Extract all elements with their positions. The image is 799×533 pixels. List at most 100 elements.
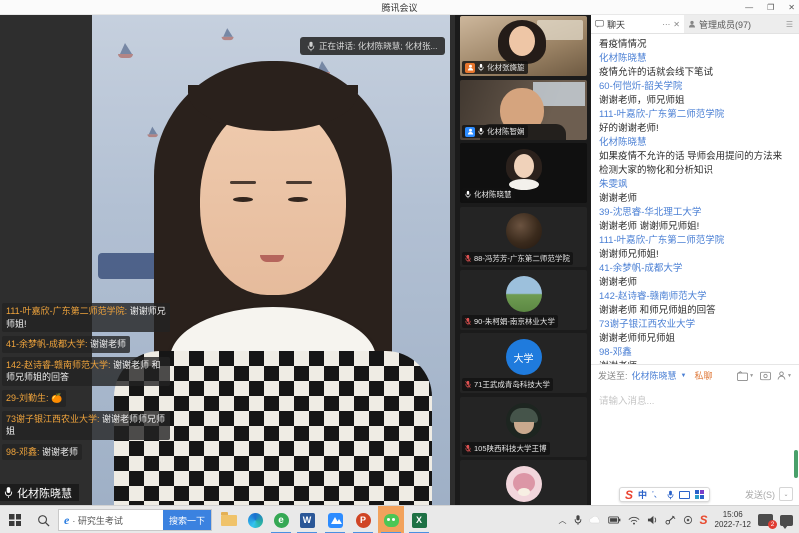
screen-share-notification-icon[interactable]: 2 — [758, 514, 773, 526]
close-button[interactable]: ✕ — [788, 0, 795, 15]
participant-thumbnail[interactable]: 90-朱柯娟-南京林业大学 — [460, 270, 587, 330]
chat-message: 98-邓鑫谢谢老师 — [599, 346, 791, 364]
sogou-ime-toolbar[interactable]: S 中 ’、 — [619, 487, 710, 502]
tray-microphone-icon[interactable] — [574, 514, 582, 526]
chat-message: 111-叶嘉欣-广东第二师范学院谢谢师兄师姐! — [599, 234, 791, 262]
taskbar-clock[interactable]: 15:06 2022-7-12 — [715, 510, 751, 530]
taskbar-powerpoint[interactable]: P — [350, 506, 376, 533]
participant-thumbnail[interactable]: 105陕西科技大学王博 — [460, 397, 587, 457]
taskbar-search-button[interactable] — [30, 506, 56, 533]
mention-member-button[interactable]: ▼ — [777, 371, 792, 380]
tray-volume-icon[interactable] — [647, 515, 658, 525]
panel-menu-button[interactable]: ☰ — [780, 15, 799, 33]
main-video-stage: 正在讲话: 化材陈晓慧; 化材张... 111-叶嘉欣-广东第二师范学院: 谢谢… — [0, 15, 455, 505]
ime-toolbox-icon[interactable] — [695, 490, 704, 499]
tray-usb-icon[interactable] — [665, 515, 676, 525]
muted-microphone-icon — [465, 380, 471, 389]
ime-punctuation-toggle[interactable]: ’、 — [652, 489, 662, 500]
browser-icon: e — [274, 513, 289, 528]
powerpoint-icon: P — [356, 513, 371, 528]
ime-voice-icon[interactable] — [667, 490, 674, 500]
chat-more-button[interactable]: ⋯ — [662, 20, 670, 29]
participant-name: 化材陈晓慧 — [474, 189, 512, 200]
tray-touch-icon[interactable] — [683, 515, 693, 525]
tab-members-label: 管理成员(97) — [699, 18, 751, 31]
curtain-sailboat-motif — [120, 43, 132, 54]
tray-onedrive-icon[interactable] — [589, 516, 601, 524]
cohost-badge-icon — [465, 127, 475, 137]
title-bar: 腾讯会议 — ❐ ✕ — [0, 0, 799, 15]
tab-chat[interactable]: 聊天 ⋯ ✕ — [591, 15, 684, 33]
chat-bubble-icon — [595, 20, 604, 28]
taskbar-file-explorer[interactable] — [216, 506, 242, 533]
screenshot-button[interactable] — [760, 371, 771, 381]
overlay-message: 41-余梦帆-成都大学: 谢谢老师 — [2, 336, 130, 353]
chat-close-button[interactable]: ✕ — [673, 20, 680, 29]
tray-wifi-icon[interactable] — [628, 516, 640, 525]
microphone-icon — [307, 41, 315, 52]
overlay-message: 111-叶嘉欣-广东第二师范学院: 谢谢师兄师姐! — [2, 303, 170, 332]
participant-thumbnail[interactable]: 化材陈晓慧 — [460, 143, 587, 203]
tab-manage-members[interactable]: 管理成员(97) — [684, 15, 780, 33]
send-to-row: 发送至: 化材陈晓慧 ▼ 私聊 ▼ ▼ — [591, 364, 799, 386]
participant-thumbnail[interactable]: 88-冯芳芳-广东第二师范学院 — [460, 207, 587, 267]
input-placeholder: 请输入消息... — [599, 396, 654, 407]
send-file-button[interactable]: ▼ — [737, 371, 754, 381]
window-title: 腾讯会议 — [381, 1, 417, 14]
taskbar-search-box[interactable]: e · 研究生考试 搜索一下 — [58, 509, 212, 531]
action-center-icon[interactable] — [780, 515, 793, 526]
tray-battery-icon[interactable] — [608, 516, 621, 524]
file-icon — [737, 371, 748, 381]
screenshot-icon — [760, 371, 771, 381]
chat-message: 60-何恺炘-韶关学院谢谢老师，师兄师姐 — [599, 80, 791, 108]
participant-thumbnail[interactable]: 化材陈智娴 — [460, 80, 587, 140]
tab-chat-label: 聊天 — [607, 18, 659, 31]
minimize-button[interactable]: — — [745, 0, 753, 15]
chat-message: 142-赵诗睿-赣南师范大学谢谢老师 和师兄师姐的回答 — [599, 290, 791, 318]
start-button[interactable] — [0, 506, 30, 533]
chat-panel-header: 聊天 ⋯ ✕ 管理成员(97) ☰ — [591, 15, 799, 34]
send-options-dropdown[interactable]: ⌄ — [779, 487, 793, 501]
participant-thumbnail[interactable]: 大学 71王武成青岛科技大学 — [460, 333, 587, 393]
taskbar-word[interactable]: W — [294, 506, 320, 533]
search-icon — [37, 514, 50, 527]
send-button[interactable]: 发送(S) — [745, 488, 775, 501]
curtain-sailboat-motif — [223, 28, 233, 37]
clock-date: 2022-7-12 — [715, 520, 751, 529]
taskbar-tencent-meeting[interactable] — [322, 506, 348, 533]
overlay-message: 98-邓鑫: 谢谢老师 — [2, 444, 82, 461]
show-hidden-icons-button[interactable]: ︿ — [559, 515, 567, 526]
sogou-tray-icon[interactable]: S — [700, 513, 708, 527]
speaker-name: 化材陈晓慧 — [17, 485, 72, 501]
participant-name: 化材张旖旎 — [487, 62, 525, 73]
taskbar-wechat-flashing[interactable] — [378, 506, 404, 533]
chat-message: 化材陈晓慧疫情允许的话就会线下笔试 — [599, 52, 791, 80]
taskbar-edge-browser[interactable] — [242, 506, 268, 533]
chevron-down-icon[interactable]: ▼ — [681, 373, 687, 379]
input-scrollbar-thumb[interactable] — [794, 450, 798, 478]
send-to-selector[interactable]: 化材陈晓慧 — [632, 369, 677, 382]
participant-thumbnail[interactable]: 51-林佳彦-江南大学 — [460, 460, 587, 505]
chat-message: 73谢子银江西农业大学谢谢老师师兄师姐 — [599, 318, 791, 346]
excel-icon: X — [412, 513, 427, 528]
system-tray: ︿ S 15:06 2022-7-12 2 — [559, 506, 799, 533]
chevron-down-icon: ▼ — [749, 373, 754, 379]
search-query-text[interactable]: · 研究生考试 — [72, 514, 163, 527]
participant-name: 化材陈智娴 — [487, 126, 525, 137]
maximize-button[interactable]: ❐ — [767, 0, 774, 15]
chat-message-list[interactable]: 看疫情情况 化材陈晓慧疫情允许的话就会线下笔试 60-何恺炘-韶关学院谢谢老师，… — [591, 34, 799, 364]
participant-avatar: 大学 — [506, 339, 542, 375]
search-submit-button[interactable]: 搜索一下 — [163, 509, 211, 531]
ime-language-toggle[interactable]: 中 — [638, 488, 647, 501]
participant-thumbnail[interactable]: 化材张旖旎 — [460, 16, 587, 76]
host-badge-icon — [465, 63, 475, 73]
microphone-icon — [4, 486, 13, 499]
chat-message: 39-沈思睿-华北理工大学谢谢老师 谢谢师兄师姐! — [599, 206, 791, 234]
microphone-icon — [478, 127, 484, 136]
sogou-logo-icon[interactable]: S — [625, 488, 633, 502]
overlay-message: 73谢子银江西农业大学: 谢谢老师师兄师姐 — [2, 411, 170, 440]
taskbar-excel[interactable]: X — [406, 506, 432, 533]
taskbar-browser[interactable]: e — [268, 506, 294, 533]
ime-keyboard-icon[interactable] — [679, 491, 690, 499]
chat-panel: 聊天 ⋯ ✕ 管理成员(97) ☰ 看疫情情况 化材陈晓慧疫情允许的话就会线下笔… — [591, 15, 799, 505]
